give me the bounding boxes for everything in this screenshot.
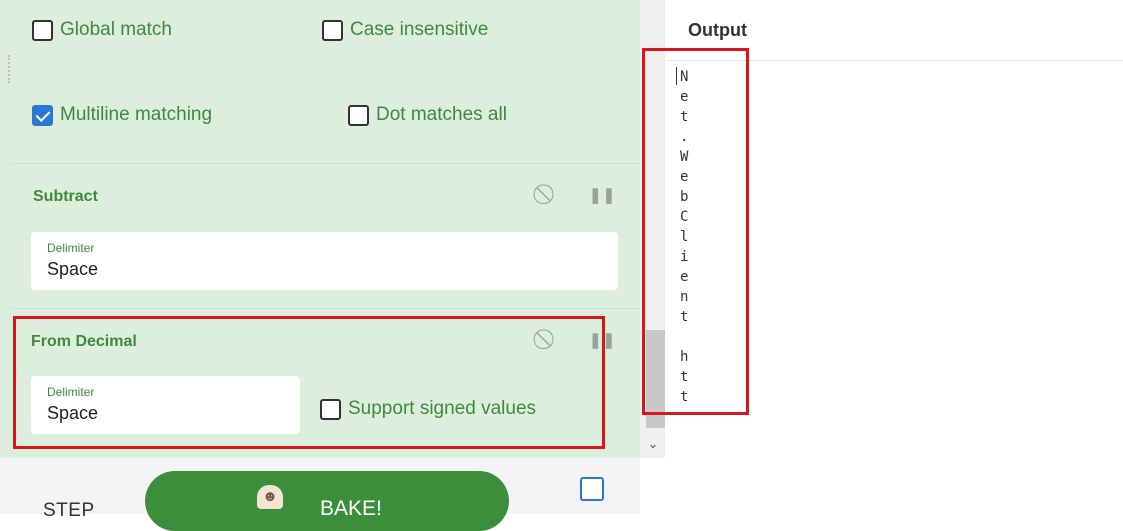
subtract-delimiter-value: Space [47,259,99,279]
divider [10,308,640,309]
case-insensitive-checkbox[interactable] [322,19,343,41]
auto-bake-checkbox[interactable] [580,477,604,501]
subtract-delimiter-field[interactable]: Delimiter Space [31,232,618,290]
pause-icon[interactable]: ❚❚ [589,186,616,204]
global-match-label: Global match [60,19,172,40]
dot-matches-all-checkbox[interactable] [348,104,369,126]
chef-icon: ☻ [257,485,283,509]
drag-handle[interactable] [8,55,12,83]
global-match-checkbox[interactable] [32,19,53,41]
output-highlight [642,48,749,415]
dot-matches-all-label: Dot matches all [376,104,507,125]
subtract-title: Subtract [33,188,98,205]
subtract-delimiter-label: Delimiter [47,241,95,255]
dot-matches-all-option[interactable]: Dot matches all [348,104,507,126]
step-button[interactable]: STEP [43,500,95,522]
multiline-matching-option[interactable]: Multiline matching [32,104,212,126]
output-title: Output [688,20,747,40]
divider [10,163,640,164]
bake-label: BAKE! [320,497,382,520]
from-decimal-highlight [13,316,605,449]
multiline-matching-label: Multiline matching [60,104,213,125]
global-match-option[interactable]: Global match [32,19,172,41]
multiline-matching-checkbox[interactable] [32,104,53,126]
case-insensitive-label: Case insensitive [350,19,489,40]
case-insensitive-option[interactable]: Case insensitive [322,19,488,41]
chevron-down-icon[interactable]: ⌄ [643,436,663,452]
bake-button[interactable]: ☻ BAKE! [145,471,509,531]
